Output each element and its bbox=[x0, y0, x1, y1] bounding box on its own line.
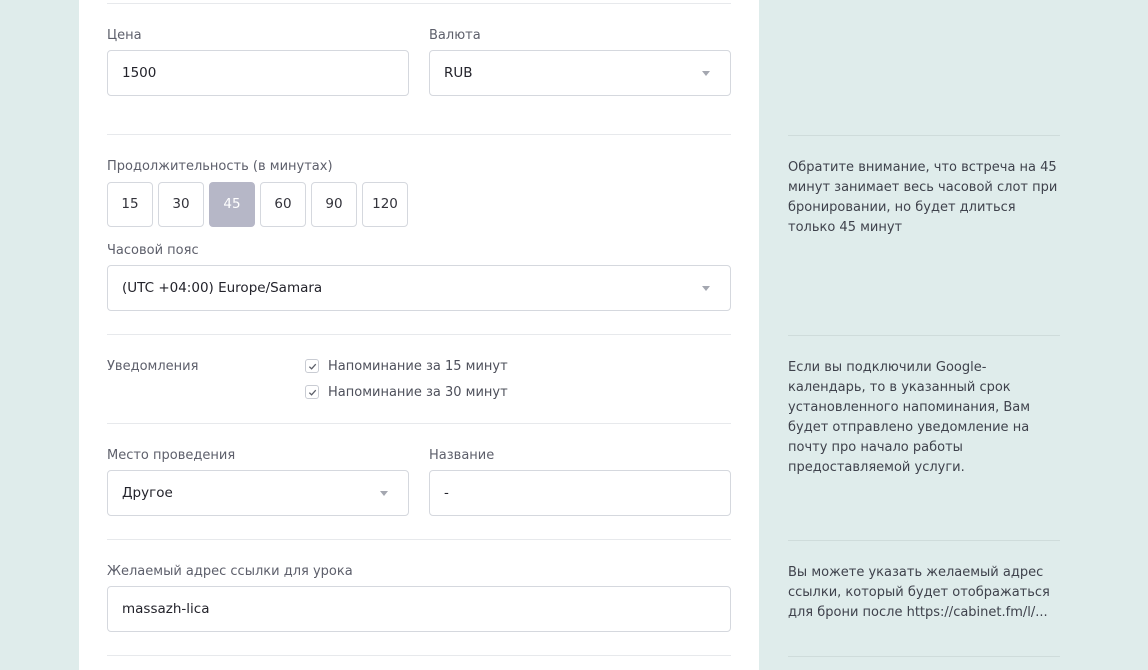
currency-label: Валюта bbox=[429, 28, 481, 43]
divider-2 bbox=[107, 334, 731, 335]
duration-option-30[interactable]: 30 bbox=[158, 182, 204, 227]
check-icon bbox=[308, 363, 317, 370]
side-divider-1 bbox=[788, 135, 1060, 136]
currency-select[interactable]: RUB bbox=[429, 50, 731, 96]
duration-option-90[interactable]: 90 bbox=[311, 182, 357, 227]
location-label: Место проведения bbox=[107, 448, 236, 463]
notifications-label: Уведомления bbox=[107, 359, 199, 374]
timezone-label: Часовой пояс bbox=[107, 243, 199, 258]
price-input[interactable]: 1500 bbox=[107, 50, 409, 96]
divider-4 bbox=[107, 539, 731, 540]
currency-value: RUB bbox=[444, 65, 473, 81]
duration-option-45[interactable]: 45 bbox=[209, 182, 255, 227]
location-value: Другое bbox=[122, 485, 173, 501]
link-input[interactable]: massazh-lica bbox=[107, 586, 731, 632]
timezone-value: (UTC +04:00) Europe/Samara bbox=[122, 280, 323, 296]
duration-option-120[interactable]: 120 bbox=[362, 182, 408, 227]
check-icon bbox=[308, 389, 317, 396]
side-divider-4 bbox=[788, 656, 1060, 657]
duration-option-15[interactable]: 15 bbox=[107, 182, 153, 227]
location-select[interactable]: Другое bbox=[107, 470, 409, 516]
divider-1 bbox=[107, 134, 731, 135]
duration-note: Обратите внимание, что встреча на 45 мин… bbox=[788, 160, 1058, 235]
divider-3 bbox=[107, 423, 731, 424]
side-divider-2 bbox=[788, 335, 1060, 336]
notifications-note: Если вы подключили Google-календарь, то … bbox=[788, 360, 1031, 475]
price-label: Цена bbox=[107, 28, 142, 43]
chevron-down-icon bbox=[702, 71, 710, 76]
chevron-down-icon bbox=[702, 286, 710, 291]
link-label: Желаемый адрес ссылки для урока bbox=[107, 564, 353, 579]
chevron-down-icon bbox=[380, 491, 388, 496]
name-input[interactable]: - bbox=[429, 470, 731, 516]
timezone-select[interactable]: (UTC +04:00) Europe/Samara bbox=[107, 265, 731, 311]
divider-top bbox=[107, 3, 731, 4]
name-label: Название bbox=[429, 448, 495, 463]
side-divider-3 bbox=[788, 540, 1060, 541]
reminder-15-checkbox[interactable] bbox=[305, 359, 319, 373]
reminder-30-checkbox[interactable] bbox=[305, 385, 319, 399]
duration-option-60[interactable]: 60 bbox=[260, 182, 306, 227]
reminder-15-label: Напоминание за 15 минут bbox=[328, 359, 508, 374]
link-note: Вы можете указать желаемый адрес ссылки,… bbox=[788, 565, 1050, 620]
divider-5 bbox=[107, 655, 731, 656]
duration-label: Продолжительность (в минутах) bbox=[107, 159, 333, 174]
reminder-30-label: Напоминание за 30 минут bbox=[328, 385, 508, 400]
